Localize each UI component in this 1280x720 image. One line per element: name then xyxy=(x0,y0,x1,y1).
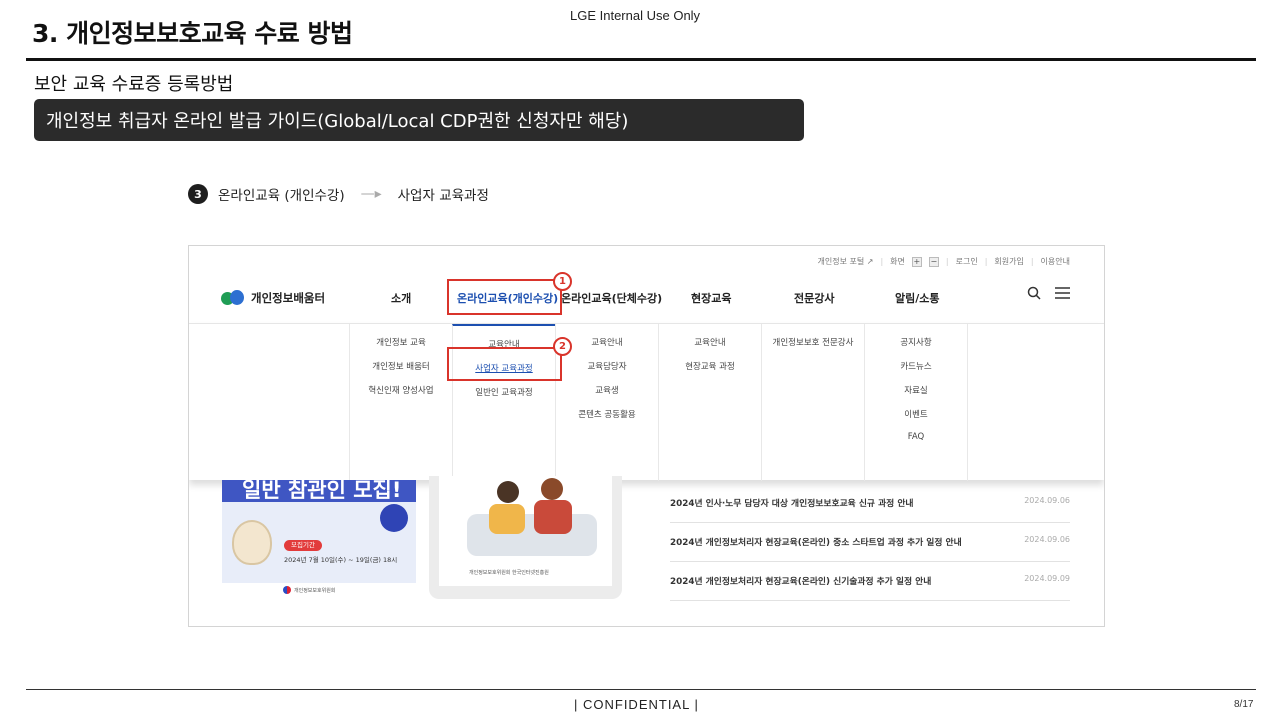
menu-item[interactable]: FAQ xyxy=(865,432,967,442)
utility-divider: | xyxy=(880,257,884,266)
step-number-badge: 3 xyxy=(188,184,208,204)
nav-onsite[interactable]: 현장교육 xyxy=(691,290,731,306)
guide-banner: 개인정보 취급자 온라인 발급 가이드(Global/Local CDP권한 신… xyxy=(34,99,804,141)
nav-online-group[interactable]: 온라인교육(단체수강) xyxy=(561,290,662,306)
portal-link[interactable]: 개인정보 포털 ↗ xyxy=(818,256,874,267)
person-illustration xyxy=(534,500,572,534)
menu-item[interactable]: 콘텐츠 공동활용 xyxy=(556,408,658,420)
login-link[interactable]: 로그인 xyxy=(956,256,978,267)
header-icons xyxy=(1027,286,1070,300)
usage-guide-link[interactable]: 이용안내 xyxy=(1041,256,1070,267)
menu-item[interactable]: 개인정보 교육 xyxy=(350,336,452,348)
arrow-right-icon: —▸ xyxy=(360,186,382,202)
step-indicator: 3 온라인교육 (개인수강) —▸ 사업자 교육과정 xyxy=(188,184,489,204)
news-date: 2024.09.06 xyxy=(1024,496,1070,505)
step-next-label: 사업자 교육과정 xyxy=(397,188,489,204)
nav-intro[interactable]: 소개 xyxy=(391,290,411,306)
utility-bar: 개인정보 포털 ↗ | 화면 + − | 로그인 | 회원가입 | 이용안내 xyxy=(818,256,1070,267)
logo-text: 개인정보배움터 xyxy=(251,291,326,305)
slide-title: 3. 개인정보보호교육 수료 방법 xyxy=(32,19,353,48)
menu-item[interactable]: 이벤트 xyxy=(865,408,967,420)
search-icon[interactable] xyxy=(1027,286,1041,300)
person-illustration xyxy=(489,504,525,534)
callout-badge-2: 2 xyxy=(553,337,572,356)
mega-col-intro: 개인정보 교육 개인정보 배움터 혁신인재 양성사업 xyxy=(349,324,452,481)
menu-item[interactable]: 일반인 교육과정 xyxy=(453,386,555,398)
mega-col-notice: 공지사항 카드뉴스 자료실 이벤트 FAQ xyxy=(864,324,967,481)
news-row[interactable]: 2024년 개인정보처리자 현장교육(온라인) 중소 스타트업 과정 추가 일정… xyxy=(670,523,1070,562)
recruit-banner[interactable]: 일반 참관인 모집! 모집기간 2024년 7월 10일(수) ~ 19일(금)… xyxy=(222,480,416,583)
recruit-period-tag: 모집기간 xyxy=(284,540,322,551)
banner-screen: 개인정보보호위원회 한국인터넷진흥원 xyxy=(439,476,612,586)
utility-divider: | xyxy=(945,257,949,266)
callout-box-business-course xyxy=(447,347,562,381)
menu-item[interactable]: 현장교육 과정 xyxy=(659,360,761,372)
mascot-illustration xyxy=(232,520,272,565)
website-screenshot: 개인정보 포털 ↗ | 화면 + − | 로그인 | 회원가입 | 이용안내 개… xyxy=(188,245,1105,627)
person-illustration xyxy=(497,481,519,503)
promo-banner[interactable]: 개인정보보호위원회 한국인터넷진흥원 xyxy=(429,476,622,599)
callout-box-online-individual xyxy=(447,279,562,315)
title-divider xyxy=(26,58,1256,61)
banner-org: 개인정보보호위원회 xyxy=(294,588,336,594)
sofa-illustration xyxy=(467,514,597,556)
menu-item[interactable]: 개인정보보호 전문강사 xyxy=(762,336,864,348)
news-list: 2024년 인사·노무 담당자 대상 개인정보보호교육 신규 과정 안내 202… xyxy=(670,484,1070,601)
news-date: 2024.09.06 xyxy=(1024,535,1070,544)
section-subtitle: 보안 교육 수료증 등록방법 xyxy=(34,74,234,95)
footer-divider xyxy=(26,689,1256,690)
person-illustration xyxy=(541,478,563,500)
menu-item[interactable]: 혁신인재 양성사업 xyxy=(350,384,452,396)
news-title[interactable]: 2024년 인사·노무 담당자 대상 개인정보보호교육 신규 과정 안내 xyxy=(670,496,914,509)
logo-icon xyxy=(221,290,245,306)
mega-col-divider xyxy=(967,324,968,481)
banner-head: 일반 참관인 모집! xyxy=(222,480,416,502)
menu-item[interactable]: 교육생 xyxy=(556,384,658,396)
screen-label: 화면 xyxy=(890,257,905,266)
shield-icon xyxy=(380,504,408,532)
news-row[interactable]: 2024년 개인정보처리자 현장교육(온라인) 신기술과정 추가 일정 안내 2… xyxy=(670,562,1070,601)
news-row[interactable]: 2024년 인사·노무 담당자 대상 개인정보보호교육 신규 과정 안내 202… xyxy=(670,484,1070,523)
government-emblem-icon xyxy=(283,586,291,594)
banner-org-logos: 개인정보보호위원회 한국인터넷진흥원 xyxy=(469,570,549,576)
mega-col-instructors: 개인정보보호 전문강사 xyxy=(761,324,864,481)
menu-item[interactable]: 자료실 xyxy=(865,384,967,396)
recruit-period-date: 2024년 7월 10일(수) ~ 19일(금) 18시 xyxy=(284,556,398,564)
news-title[interactable]: 2024년 개인정보처리자 현장교육(온라인) 신기술과정 추가 일정 안내 xyxy=(670,574,931,587)
internal-use-label: LGE Internal Use Only xyxy=(570,8,701,23)
menu-item[interactable]: 교육담당자 xyxy=(556,360,658,372)
nav-instructors[interactable]: 전문강사 xyxy=(794,290,834,306)
page-number: 8/17 xyxy=(1234,699,1254,710)
confidential-label: | CONFIDENTIAL | xyxy=(574,697,699,712)
menu-item[interactable]: 공지사항 xyxy=(865,336,967,348)
mega-col-onsite: 교육안내 현장교육 과정 xyxy=(658,324,761,481)
menu-item[interactable]: 교육안내 xyxy=(659,336,761,348)
site-logo[interactable]: 개인정보배움터 xyxy=(221,290,325,306)
zoom-in-button[interactable]: + xyxy=(911,256,922,267)
menu-item[interactable]: 카드뉴스 xyxy=(865,360,967,372)
banner-headline: 일반 참관인 모집! xyxy=(242,480,402,502)
utility-divider: | xyxy=(984,257,988,266)
news-date: 2024.09.09 xyxy=(1024,574,1070,583)
mega-menu: 개인정보 교육 개인정보 배움터 혁신인재 양성사업 교육안내 사업자 교육과정… xyxy=(189,323,1104,481)
news-title[interactable]: 2024년 개인정보처리자 현장교육(온라인) 중소 스타트업 과정 추가 일정… xyxy=(670,535,962,548)
zoom-out-button[interactable]: − xyxy=(928,256,939,267)
utility-divider: | xyxy=(1030,257,1034,266)
signup-link[interactable]: 회원가입 xyxy=(994,256,1023,267)
menu-item[interactable]: 개인정보 배움터 xyxy=(350,360,452,372)
step-current-label: 온라인교육 (개인수강) xyxy=(218,188,345,204)
callout-badge-1: 1 xyxy=(553,272,572,291)
nav-notice[interactable]: 알림/소통 xyxy=(895,290,940,306)
hamburger-menu-icon[interactable] xyxy=(1055,287,1070,299)
